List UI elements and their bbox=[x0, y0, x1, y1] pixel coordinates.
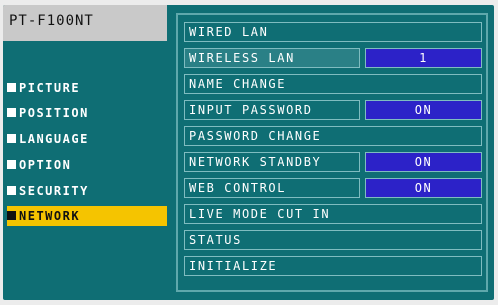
submenu-item-label: STATUS bbox=[184, 230, 482, 250]
submenu-item-input-password[interactable]: INPUT PASSWORD ON bbox=[184, 100, 482, 120]
input-password-value[interactable]: ON bbox=[365, 100, 482, 120]
submenu-item-label: NAME CHANGE bbox=[184, 74, 482, 94]
main-menu-item-label: OPTION bbox=[19, 158, 72, 172]
submenu-item-label: WIRED LAN bbox=[184, 22, 482, 42]
submenu-item-network-standby[interactable]: NETWORK STANDBY ON bbox=[184, 152, 482, 172]
submenu-item-initialize[interactable]: INITIALIZE bbox=[184, 256, 482, 276]
main-menu-item-label: POSITION bbox=[19, 106, 89, 120]
bullet-square-icon bbox=[7, 108, 16, 117]
submenu-item-label: NETWORK STANDBY bbox=[184, 152, 360, 172]
submenu-item-label: LIVE MODE CUT IN bbox=[184, 204, 482, 224]
main-menu-item-picture[interactable]: PICTURE bbox=[7, 78, 167, 98]
main-menu-item-network[interactable]: NETWORK bbox=[7, 206, 167, 226]
submenu-item-label: WEB CONTROL bbox=[184, 178, 360, 198]
main-menu-item-label: NETWORK bbox=[19, 209, 81, 223]
main-menu-item-option[interactable]: OPTION bbox=[7, 155, 167, 175]
submenu-item-live-mode-cut-in[interactable]: LIVE MODE CUT IN bbox=[184, 204, 482, 224]
submenu-item-password-change[interactable]: PASSWORD CHANGE bbox=[184, 126, 482, 146]
submenu-item-wireless-lan[interactable]: WIRELESS LAN 1 bbox=[184, 48, 482, 68]
submenu-item-name-change[interactable]: NAME CHANGE bbox=[184, 74, 482, 94]
submenu-item-web-control[interactable]: WEB CONTROL ON bbox=[184, 178, 482, 198]
bullet-square-icon bbox=[7, 160, 16, 169]
main-menu-item-label: PICTURE bbox=[19, 81, 81, 95]
submenu-item-label: INITIALIZE bbox=[184, 256, 482, 276]
web-control-value[interactable]: ON bbox=[365, 178, 482, 198]
submenu-item-status[interactable]: STATUS bbox=[184, 230, 482, 250]
wireless-lan-value[interactable]: 1 bbox=[365, 48, 482, 68]
bullet-square-icon bbox=[7, 83, 16, 92]
main-menu-item-label: SECURITY bbox=[19, 184, 89, 198]
network-standby-value[interactable]: ON bbox=[365, 152, 482, 172]
bullet-square-icon bbox=[7, 134, 16, 143]
submenu-item-wired-lan[interactable]: WIRED LAN bbox=[184, 22, 482, 42]
main-menu-item-label: LANGUAGE bbox=[19, 132, 89, 146]
submenu-item-label: PASSWORD CHANGE bbox=[184, 126, 482, 146]
bullet-square-icon bbox=[7, 211, 16, 220]
main-menu-item-security[interactable]: SECURITY bbox=[7, 181, 167, 201]
main-menu-item-language[interactable]: LANGUAGE bbox=[7, 129, 167, 149]
bullet-square-icon bbox=[7, 186, 16, 195]
model-name: PT-F100NT bbox=[9, 13, 94, 29]
projector-osd-screen: PT-F100NT PICTURE POSITION LANGUAGE OPTI… bbox=[0, 0, 498, 305]
submenu-item-label: WIRELESS LAN bbox=[184, 48, 360, 68]
main-menu-item-position[interactable]: POSITION bbox=[7, 103, 167, 123]
submenu-item-label: INPUT PASSWORD bbox=[184, 100, 360, 120]
model-header: PT-F100NT bbox=[3, 5, 167, 41]
